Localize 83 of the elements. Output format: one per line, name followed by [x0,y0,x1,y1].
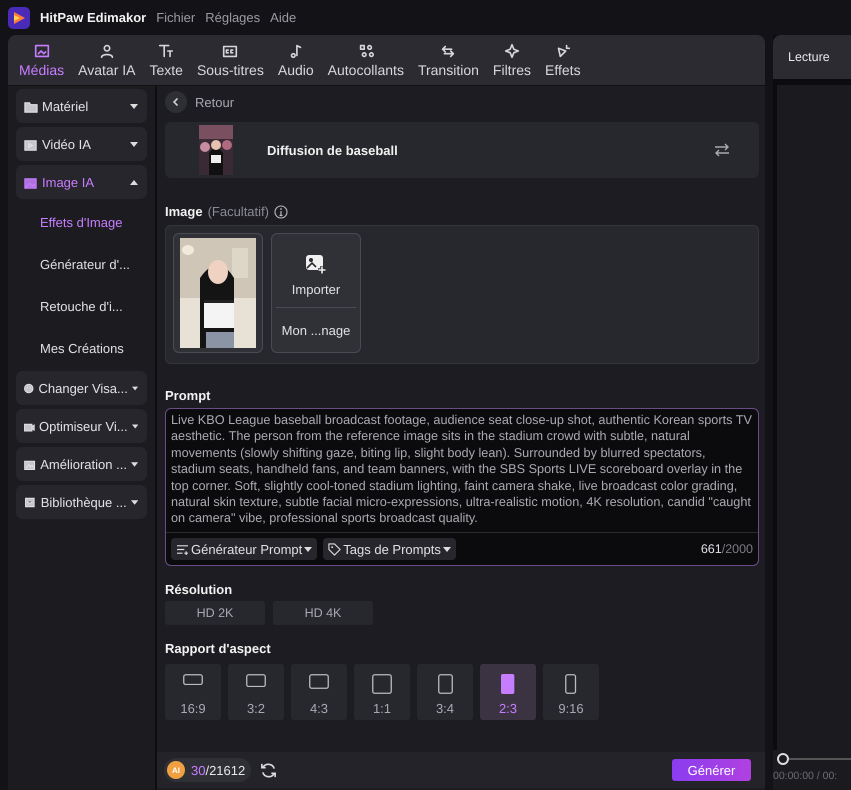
app-logo-icon [8,6,30,28]
toolbar-tab[interactable]: Filtres [486,40,538,80]
sidebar-subitem[interactable]: Effets d'Image [16,203,147,241]
tab-icon [502,42,521,60]
toolbar-tab[interactable]: Autocollants [320,40,411,80]
sidebar-item[interactable]: Amélioration ... [16,447,147,481]
timecode: 00:00:00 / 00: [773,770,838,782]
menu-item[interactable]: Aide [270,10,296,25]
ratio-shape-icon [309,674,329,689]
chevron-left-icon [171,97,181,107]
list-sparkle-icon [176,544,189,554]
info-icon[interactable] [274,204,288,218]
sidebar-item[interactable]: Vidéo IA [16,127,147,161]
coin-icon: AI [167,761,185,779]
template-card[interactable]: Diffusion de baseball [165,122,759,178]
back-link[interactable]: Retour [195,94,234,110]
slider-thumb[interactable] [777,753,789,765]
import-button[interactable]: Importer [276,234,356,308]
sidebar-subitem[interactable]: Retouche d'i... [16,287,147,325]
preview-title: Lecture [788,50,830,64]
template-title: Diffusion de baseball [267,142,399,158]
toolbar-tab[interactable]: Audio [270,40,321,80]
aspect-ratio-option[interactable]: 2:3 [480,664,536,720]
app-title: HitPaw Edimakor [40,10,146,25]
caret-down-icon [130,142,138,146]
swap-icon[interactable] [713,142,731,158]
caret-down-icon [130,104,138,108]
prompt-field[interactable]: Live KBO League baseball broadcast footage, audience seat close-up shot, authentic Korean sports TV aesthetic. The person from the reference image sits in the stadium crowd with subtle, natural movements (slowly shifting gaze, biting lip, slight body lean). Surrounded by blurred spectators, stadium seats, handheld fans, and team banners, with the SBS Sports LIVE scoreboard overlay in the top corner. Soft, slightly cool-toned stadium lighting, faint camera shake, live broadcast color grading, natural skin texture, subtle facial micro-expressions, ultra-realistic motion, 4K resolution, candid "caught on camera" vibe, professional sports broadcast quality. Générateur Prompt Tags de Prompts 661/2000 [165,408,759,566]
menu-item[interactable]: Fichier [156,10,196,25]
ratio-shape-icon [501,674,515,694]
aspect-ratio-option[interactable]: 16:9 [165,664,221,720]
aspect-ratio-option[interactable]: 3:4 [417,664,473,720]
refresh-icon[interactable] [259,760,278,780]
category-icon [23,494,37,510]
aspect-ratio-option[interactable]: 4:3 [291,664,347,720]
toolbar-tab[interactable]: Avatar IA [71,40,142,80]
back-button[interactable] [165,91,187,113]
toolbar-tab[interactable]: Sous-titres [190,40,271,80]
generate-button[interactable]: Générer [672,759,751,781]
sidebar-subitem[interactable]: Générateur d'... [16,245,147,283]
caret-down-icon [442,546,451,552]
resolution-option[interactable]: HD 4K [273,601,373,625]
sidebar-item[interactable]: Bibliothèque ... [16,485,147,519]
sidebar-subitem[interactable]: Mes Créations [16,329,147,367]
menu-item[interactable]: Réglages [205,10,260,25]
ratio-shape-icon [372,674,392,694]
section-label: Prompt [165,388,210,403]
toolbar-tab[interactable]: Effets [538,40,588,80]
caret-down-icon [130,462,138,466]
section-label: Résolution [165,582,232,597]
tag-icon [328,542,342,556]
toolbar-tab[interactable]: Transition [410,40,486,80]
section-label: Rapport d'aspect [165,641,271,656]
ratio-shape-icon [438,674,452,694]
toolbar-tab[interactable]: Médias [12,40,72,80]
toolbar-tab[interactable]: Texte [142,40,190,80]
credit-count: 30/21612 [191,762,246,778]
prompt-tool-dropdown[interactable]: Générateur Prompt [171,538,318,560]
aspect-ratio-option[interactable]: 3:2 [228,664,284,720]
ratio-shape-icon [246,674,266,688]
caret-down-icon [130,500,138,504]
sidebar-item[interactable]: Matériel [16,89,147,123]
resolution-option[interactable]: HD 2K [165,601,265,625]
source-button[interactable]: Mon ...nage [272,308,360,352]
section-label: Image [165,204,203,219]
prompt-tool-dropdown[interactable]: Tags de Prompts [323,538,456,560]
sidebar-item[interactable]: Changer Visa... [16,371,147,405]
aspect-ratio-option[interactable]: 1:1 [354,664,410,720]
character-count: 661/2000 [700,542,753,556]
tab-icon [157,42,176,60]
caret-down-icon [132,424,138,428]
ratio-shape-icon [183,674,203,686]
sidebar-item[interactable]: Optimiseur Vi... [16,409,147,443]
ratio-shape-icon [565,674,577,694]
aspect-ratio-option[interactable]: 9:16 [543,664,599,720]
caret-up-icon [130,180,138,184]
add-image-icon [305,254,327,274]
caret-down-icon [132,386,138,390]
sidebar-item[interactable]: Image IA [16,165,147,199]
reference-image-card[interactable] [173,233,263,353]
tab-icon [32,42,51,60]
caret-down-icon [304,546,312,552]
optional-hint: (Facultatif) [208,204,269,219]
